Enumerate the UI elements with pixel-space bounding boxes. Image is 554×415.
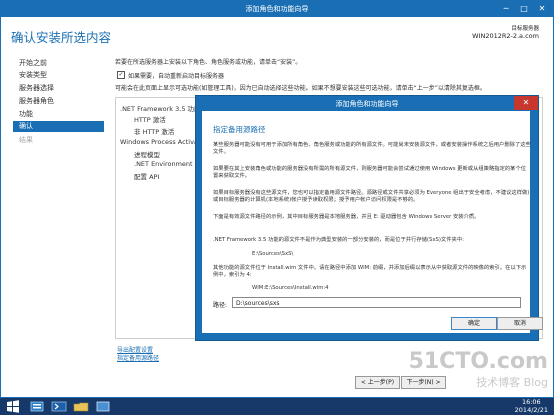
dialog-paragraph: 下面是有效源文件路径的示例，其中目标服务器是本地服务器，并且 E: 驱动器包含 … <box>213 214 480 220</box>
windows-start-icon[interactable] <box>3 399 23 414</box>
dialog-title: 添加角色和功能向导 <box>335 100 399 108</box>
target-server-caption: 目标服务器 <box>511 26 539 32</box>
watermark: 51CTO.com 技术博客 Blog <box>409 349 548 390</box>
nav-item-results: 结果 <box>19 136 33 144</box>
server-manager-icon[interactable] <box>28 400 46 413</box>
dialog-close-icon[interactable]: ✕ <box>514 96 538 110</box>
feature-item: 配置 API <box>134 173 160 181</box>
sxs-path-example: E:\Sources\SxS\ <box>252 251 294 257</box>
feature-item: Windows Process Activati <box>120 138 203 146</box>
nav-item-confirmation[interactable]: 确认 <box>13 121 104 132</box>
alternate-source-link[interactable]: 指定备用源路径 <box>117 353 159 362</box>
dialog-paragraph: 如果要在其上安装角色或功能的服务器没有所需的所有源文件，则服务器可能会尝试通过使… <box>213 166 527 179</box>
nav-item-before-you-begin[interactable]: 开始之前 <box>19 58 47 69</box>
window-titlebar[interactable]: 添加角色和功能向导 ─ □ ✕ <box>1 1 553 17</box>
optional-features-note: 可能会在此页面上显示可选功能(如管理工具)，因为已自动选择这些功能。如果不想要安… <box>115 85 486 92</box>
window-title: 添加角色和功能向导 <box>245 5 309 13</box>
target-server-name: WIN2012R2-2.a.com <box>472 32 539 40</box>
dialog-paragraph: 其他功能的源文件位于 Install.wim 文件中。请在路径中添加 WIM: … <box>213 265 527 278</box>
wim-path-example: WIM:E:\Sources\Install.wim:4 <box>252 285 329 291</box>
watermark-line1: 51CTO.com <box>408 349 548 374</box>
wizard-app-icon[interactable] <box>94 400 112 413</box>
restart-label[interactable]: 如果需要，自动重新启动目标服务器 <box>128 71 224 80</box>
nav-item-installation-type[interactable]: 安装类型 <box>19 70 47 81</box>
clock-date: 2014/2/21 <box>514 406 548 414</box>
ok-button[interactable]: 确定 <box>451 317 497 330</box>
feature-item: HTTP 激活 <box>134 116 166 124</box>
cancel-button[interactable]: 取消 <box>497 317 543 330</box>
close-icon[interactable]: ✕ <box>533 1 551 17</box>
file-explorer-icon[interactable] <box>72 400 90 413</box>
feature-item: .NET Framework 3.5 功能 <box>120 105 201 113</box>
page-title: 确认安装所选内容 <box>11 30 112 45</box>
dialog-paragraph: 如果目标服务器没有这些源文件，您也可以指定备用源文件路径。源路径或文件共享必须为… <box>213 190 530 203</box>
dialog-paragraph: .NET Framework 3.5 功能的源文件不是作为典型安装的一部分安装的… <box>213 237 464 243</box>
clock-time: 16:06 <box>521 398 541 406</box>
feature-item: 进程模型 <box>134 151 160 159</box>
minimize-icon[interactable]: ─ <box>497 1 515 17</box>
path-label: 路径: <box>213 302 228 309</box>
nav-item-features[interactable]: 功能 <box>19 109 33 120</box>
powershell-icon[interactable] <box>50 400 68 413</box>
restart-checkbox[interactable]: ✓ <box>117 71 125 79</box>
dialog-heading: 指定备用源路径 <box>213 125 266 134</box>
feature-item: 非 HTTP 激活 <box>134 128 175 136</box>
nav-item-label: 确认 <box>19 122 33 130</box>
system-clock[interactable]: 16:06 2014/2/21 <box>515 398 548 414</box>
previous-button[interactable]: < 上一步(P) <box>355 376 400 389</box>
nav-item-server-roles[interactable]: 服务器角色 <box>19 96 54 107</box>
watermark-line2: 技术博客 Blog <box>476 376 548 389</box>
intro-text: 若要在所选服务器上安装以下角色、角色服务或功能，请单击“安装”。 <box>115 59 302 66</box>
maximize-icon[interactable]: □ <box>515 1 533 17</box>
nav-item-server-selection[interactable]: 服务器选择 <box>19 83 54 94</box>
path-input[interactable]: D:\sources\sxs <box>232 297 521 308</box>
dialog-paragraph: 某些服务器可能没有可用于添加所有角色、角色服务或功能的所有源文件。可能尚未安装源… <box>213 142 531 155</box>
